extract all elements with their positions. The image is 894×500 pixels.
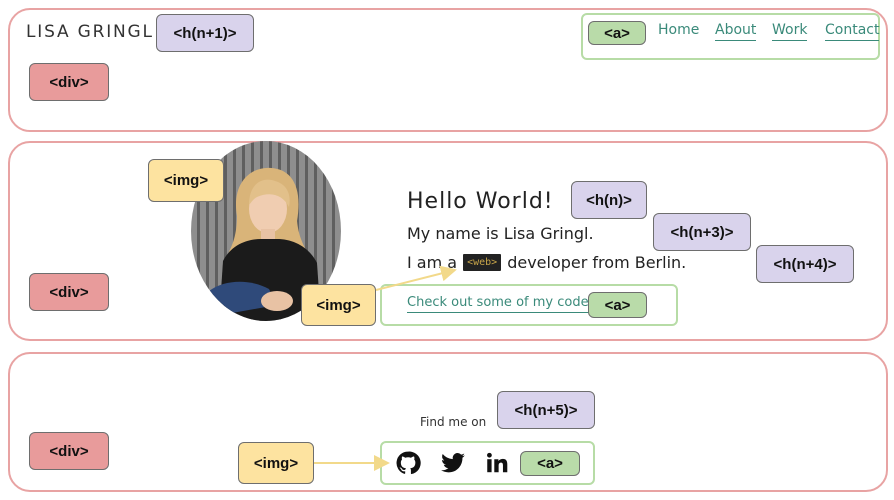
hero-role-prefix: I am a <box>407 253 458 272</box>
cta-code-link[interactable]: Check out some of my code <box>407 295 589 313</box>
nav-link-home[interactable]: Home <box>658 22 699 38</box>
nav-link-work[interactable]: Work <box>772 22 808 41</box>
tag-div-footer: <div> <box>29 432 109 470</box>
tag-div-hero: <div> <box>29 273 109 311</box>
site-logo-text[interactable]: LISA GRINGL <box>26 22 154 42</box>
hero-intro: My name is Lisa Gringl. <box>407 224 594 243</box>
tag-h-n-plus-1: <h(n+1)> <box>156 14 254 52</box>
nav-link-contact[interactable]: Contact <box>825 22 880 41</box>
tag-img-social: <img> <box>238 442 314 484</box>
linkedin-icon[interactable] <box>484 450 510 476</box>
find-me-label: Find me on <box>420 415 487 429</box>
hero-role-line: I am a <web> developer from Berlin. <box>407 253 686 272</box>
tag-img-chip: <img> <box>301 284 376 326</box>
nav-link-about[interactable]: About <box>715 22 757 41</box>
tag-h-n-plus-5: <h(n+5)> <box>497 391 595 429</box>
tag-div-header: <div> <box>29 63 109 101</box>
tag-img-portrait: <img> <box>148 159 224 202</box>
hero-greeting: Hello World! <box>407 189 554 214</box>
tag-h-n: <h(n)> <box>571 181 647 219</box>
tag-a-nav: <a> <box>588 21 646 45</box>
twitter-icon[interactable] <box>440 450 466 476</box>
github-icon[interactable] <box>395 450 421 476</box>
hero-role-suffix: developer from Berlin. <box>507 253 687 272</box>
tag-h-n-plus-4: <h(n+4)> <box>756 245 854 283</box>
tag-a-social: <a> <box>520 451 580 476</box>
tag-a-cta: <a> <box>588 292 647 318</box>
tag-h-n-plus-3: <h(n+3)> <box>653 213 751 251</box>
web-chip-image: <web> <box>463 254 502 271</box>
